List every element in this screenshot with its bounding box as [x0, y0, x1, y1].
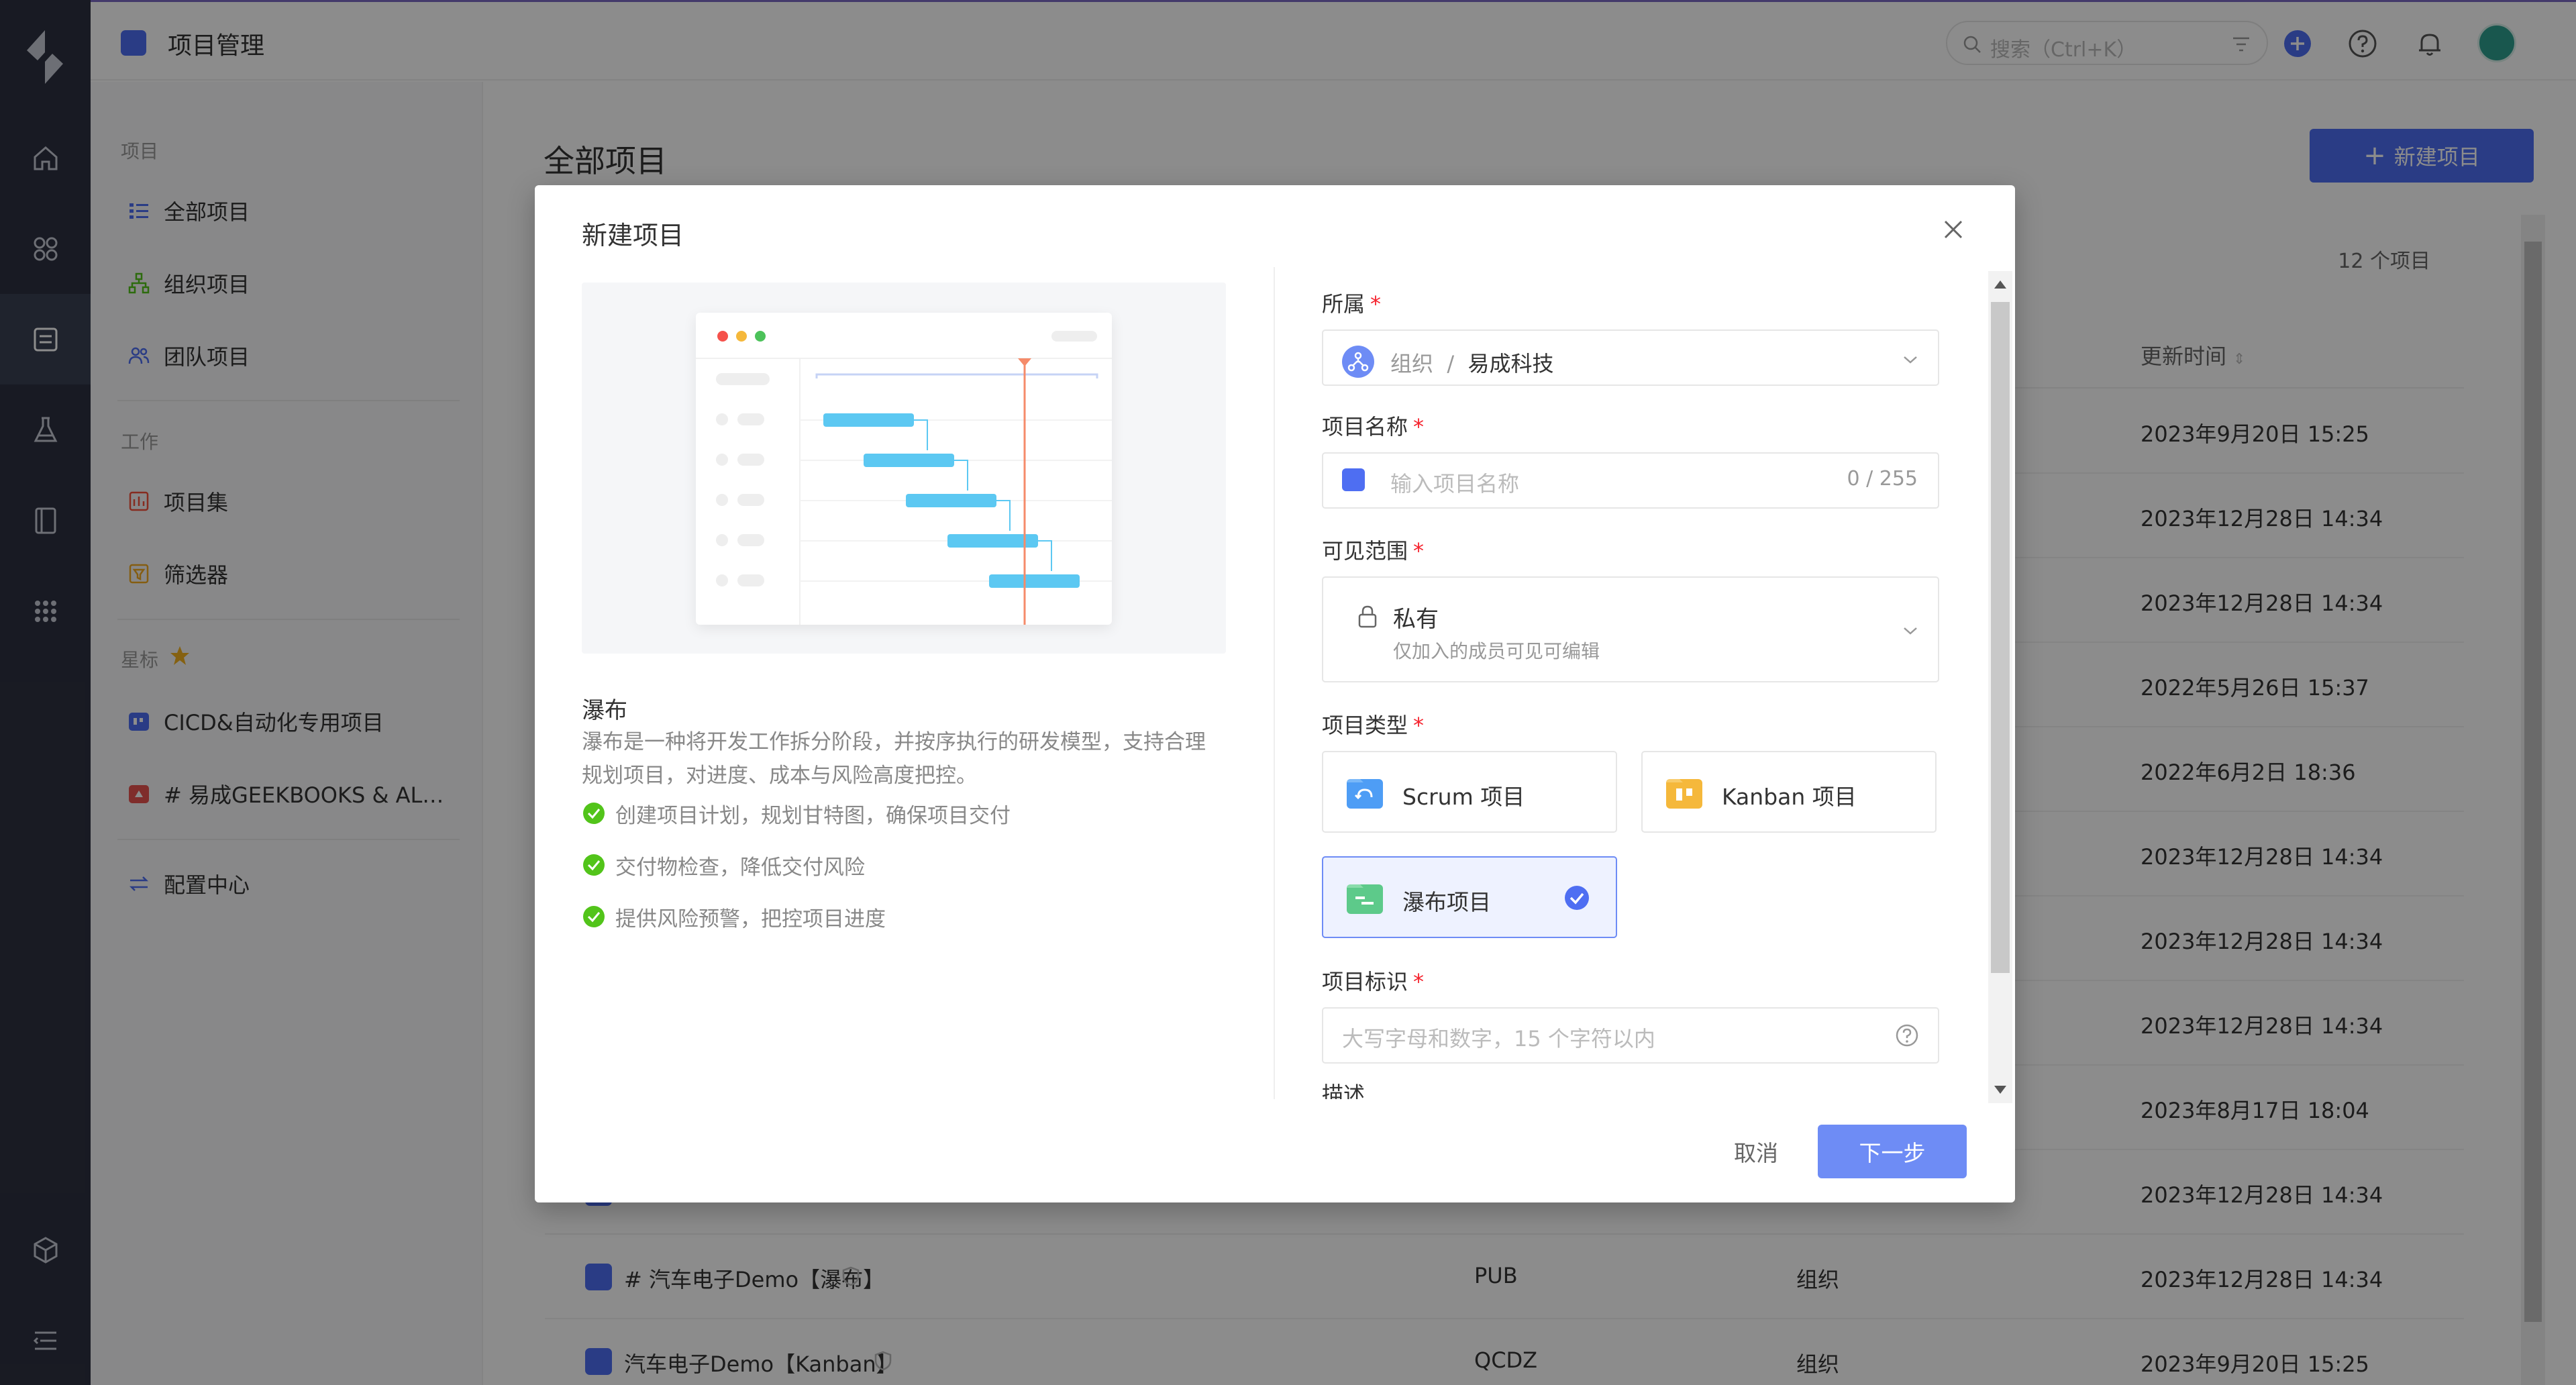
required-mark: * [1413, 969, 1425, 994]
project-type-label: 项目类型 * [1322, 709, 1424, 739]
feature-item: 创建项目计划，规划甘特图，确保项目交付 [582, 799, 1011, 828]
type-label: 瀑布项目 [1402, 889, 1491, 915]
type-card-kanban[interactable]: Kanban 项目 [1641, 751, 1937, 833]
visibility-hint: 仅加入的成员可见可编辑 [1393, 640, 1600, 662]
type-description: 瀑布是一种将开发工作拆分阶段，并按序执行的研发模型，支持合理规划项目，对进度、成… [582, 730, 1206, 788]
project-key-label: 项目标识 * [1322, 965, 1424, 996]
owner-name: 易成科技 [1467, 351, 1554, 376]
feature-item: 提供风险预警，把控项目进度 [582, 902, 886, 931]
close-icon[interactable] [1940, 216, 1967, 243]
project-type-description: 瀑布 瀑布是一种将开发工作拆分阶段，并按序执行的研发模型，支持合理规划项目，对进… [582, 283, 1226, 931]
required-mark: * [1413, 414, 1425, 440]
chevron-down-icon [1904, 356, 1917, 364]
label-text: 项目名称 [1322, 414, 1408, 440]
next-button[interactable]: 下一步 [1818, 1125, 1967, 1178]
type-card-scrum[interactable]: Scrum 项目 [1322, 751, 1617, 833]
project-name-input[interactable]: 输入项目名称 0 / 255 [1322, 452, 1939, 509]
required-mark: * [1413, 713, 1425, 738]
check-circle-icon [1565, 886, 1589, 910]
owner-value: 组织 / 易成科技 [1390, 347, 1554, 378]
character-counter: 0 / 255 [1847, 467, 1918, 491]
owner-label: 所属 * [1322, 287, 1381, 318]
feature-item: 交付物检查，降低交付风险 [582, 850, 865, 880]
visibility-label: 可见范围 * [1322, 534, 1424, 565]
dialog-scrollbar[interactable] [1988, 271, 2012, 1103]
project-icon [1342, 468, 1365, 491]
organization-icon [1342, 346, 1374, 378]
required-mark: * [1413, 538, 1425, 564]
owner-separator: / [1447, 351, 1455, 376]
owner-select[interactable]: 组织 / 易成科技 [1322, 329, 1939, 386]
project-key-input[interactable]: 大写字母和数字，15 个字符以内 [1322, 1007, 1939, 1064]
lock-icon [1358, 605, 1377, 628]
feature-text: 交付物检查，降低交付风险 [615, 855, 865, 880]
visibility-select[interactable]: 私有 仅加入的成员可见可编辑 [1322, 576, 1939, 682]
check-circle-icon [583, 803, 605, 824]
check-circle-icon [583, 854, 605, 876]
dialog-divider [1274, 267, 1275, 1099]
visibility-value: 私有 [1393, 606, 1439, 633]
required-mark: * [1370, 291, 1382, 317]
project-name-label: 项目名称 * [1322, 410, 1424, 441]
help-icon[interactable] [1895, 1023, 1919, 1047]
gantt-mock-window [696, 313, 1112, 625]
gantt-chart-illustration [696, 331, 1112, 625]
check-circle-icon [583, 906, 605, 927]
cancel-button[interactable]: 取消 [1716, 1125, 1796, 1178]
feature-text: 提供风险预警，把控项目进度 [615, 907, 886, 931]
type-label: Scrum 项目 [1402, 784, 1525, 810]
scroll-up-arrow-icon[interactable] [1994, 280, 2006, 289]
new-project-form: 所属 * 组织 / 易成科技 项目名称 * 输入项目名称 0 / 255 可见范围 *… [1322, 272, 1939, 1099]
project-name-placeholder: 输入项目名称 [1390, 471, 1520, 497]
description-label: 描述 [1322, 1082, 1366, 1099]
new-project-dialog: 新建项目 瀑布 瀑布是一种将开发工作拆分阶段，并按序执行的研发模型，支持合理规划… [535, 185, 2015, 1202]
label-text: 所属 [1322, 291, 1366, 317]
gantt-preview-illustration [582, 283, 1226, 654]
waterfall-project-icon [1347, 884, 1383, 914]
scrum-project-icon [1347, 779, 1383, 809]
label-text: 项目标识 [1322, 969, 1408, 994]
type-label: Kanban 项目 [1722, 784, 1857, 810]
scroll-down-arrow-icon[interactable] [1994, 1086, 2006, 1094]
kanban-project-icon [1666, 779, 1702, 809]
dialog-scrollbar-thumb[interactable] [1991, 302, 2010, 973]
owner-scope: 组织 [1390, 351, 1434, 376]
label-text: 项目类型 [1322, 713, 1408, 738]
dialog-title: 新建项目 [582, 221, 684, 250]
feature-text: 创建项目计划，规划甘特图，确保项目交付 [615, 803, 1011, 828]
type-card-waterfall[interactable]: 瀑布项目 [1322, 856, 1617, 938]
type-name: 瀑布 [582, 697, 627, 724]
label-text: 可见范围 [1322, 538, 1408, 564]
chevron-down-icon [1904, 627, 1917, 635]
project-key-placeholder: 大写字母和数字，15 个字符以内 [1342, 1026, 1655, 1051]
